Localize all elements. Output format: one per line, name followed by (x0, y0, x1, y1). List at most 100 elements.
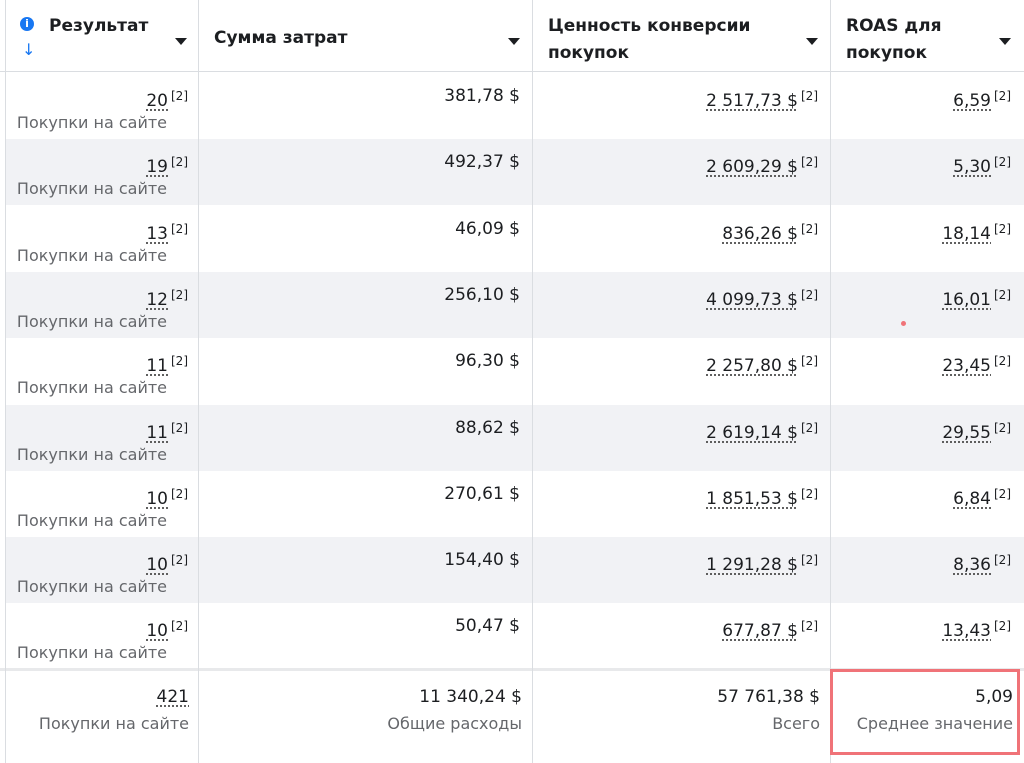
cell-conversion-value-value[interactable]: 2 517,73 $ (706, 91, 798, 111)
footnote-marker: [2] (994, 89, 1011, 103)
cell-spend: 154,40 $ (444, 550, 520, 570)
cell-roas: 6,84 [2] (953, 483, 1011, 510)
cell-result: 11 [2] (146, 417, 188, 444)
footnote-marker: [2] (994, 222, 1011, 236)
cell-spend: 270,61 $ (444, 484, 520, 504)
footnote-marker: [2] (994, 619, 1011, 633)
cell-result-value[interactable]: 19 (146, 157, 168, 177)
cell-conversion-value-value[interactable]: 1 851,53 $ (706, 489, 798, 509)
column-divider (198, 0, 199, 763)
cell-result-value[interactable]: 10 (146, 555, 168, 575)
cell-roas-value[interactable]: 6,84 (953, 489, 991, 509)
footnote-marker: [2] (994, 553, 1011, 567)
footnote-marker: [2] (171, 89, 188, 103)
footnote-marker: [2] (801, 155, 818, 169)
roas-total-highlight-box (830, 669, 1020, 755)
cell-result-label: Покупки на сайте (16, 378, 167, 397)
cell-roas-value[interactable]: 23,45 (942, 356, 991, 376)
cell-conversion-value-value[interactable]: 4 099,73 $ (706, 290, 798, 310)
cell-result-value[interactable]: 11 (146, 356, 168, 376)
column-header-roas-line2: покупок (846, 43, 928, 63)
total-result-value[interactable]: 421 (157, 687, 189, 707)
cell-conversion-value: 2 619,14 $ [2] (706, 417, 818, 444)
cell-result-label: Покупки на сайте (16, 312, 167, 331)
cell-roas-value[interactable]: 29,55 (942, 423, 991, 443)
cell-roas-value[interactable]: 13,43 (942, 621, 991, 641)
cell-result-value[interactable]: 10 (146, 621, 168, 641)
column-header-conversion-value-line2: покупок (548, 43, 630, 63)
cell-result-value[interactable]: 11 (146, 423, 168, 443)
cell-result-label: Покупки на сайте (16, 246, 167, 265)
cell-spend: 381,78 $ (444, 86, 520, 106)
cell-result-value[interactable]: 13 (146, 224, 168, 244)
caret-down-icon[interactable] (508, 38, 520, 45)
caret-down-icon[interactable] (806, 38, 818, 45)
cell-spend: 256,10 $ (444, 285, 520, 305)
caret-down-icon[interactable] (999, 38, 1011, 45)
total-conversion-value-label: Всего (772, 714, 820, 733)
footnote-marker: [2] (994, 421, 1011, 435)
cell-conversion-value-value[interactable]: 2 619,14 $ (706, 423, 798, 443)
cell-conversion-value: 2 609,29 $ [2] (706, 151, 818, 178)
column-divider (830, 0, 831, 763)
footnote-marker: [2] (994, 288, 1011, 302)
cell-result-label: Покупки на сайте (16, 445, 167, 464)
total-spend: 11 340,24 $ (419, 687, 522, 707)
footnote-marker: [2] (171, 288, 188, 302)
cell-spend: 46,09 $ (455, 219, 520, 239)
total-result-label: Покупки на сайте (38, 714, 189, 733)
cell-roas: 29,55 [2] (942, 417, 1011, 444)
cell-roas-value[interactable]: 16,01 (942, 290, 991, 310)
cell-roas-value[interactable]: 18,14 (942, 224, 991, 244)
cell-conversion-value-value[interactable]: 1 291,28 $ (706, 555, 798, 575)
footnote-marker: [2] (801, 487, 818, 501)
cell-conversion-value: 836,26 $ [2] (722, 218, 818, 245)
cell-result-value[interactable]: 20 (146, 91, 168, 111)
total-conversion-value: 57 761,38 $ (717, 687, 820, 707)
column-header-conversion-value-line1: Ценность конверсии (548, 16, 751, 36)
total-result: 421 (157, 686, 189, 708)
cell-result: 10 [2] (146, 615, 188, 642)
results-table: i Результат ↓ Сумма затрат Ценность конв… (0, 0, 1024, 763)
footnote-marker: [2] (801, 421, 818, 435)
cell-result: 19 [2] (146, 151, 188, 178)
cell-roas: 6,59 [2] (953, 85, 1011, 112)
cell-conversion-value-value[interactable]: 677,87 $ (722, 621, 798, 641)
sort-down-arrow-icon[interactable]: ↓ (22, 40, 35, 60)
cell-result-label: Покупки на сайте (16, 643, 167, 662)
cell-result-value[interactable]: 10 (146, 489, 168, 509)
cell-result-label: Покупки на сайте (16, 113, 167, 132)
cell-result: 10 [2] (146, 483, 188, 510)
cell-spend: 492,37 $ (444, 152, 520, 172)
cell-roas: 8,36 [2] (953, 549, 1011, 576)
column-header-spend-label: Сумма затрат (214, 28, 348, 48)
footnote-marker: [2] (801, 619, 818, 633)
cell-roas-value[interactable]: 6,59 (953, 91, 991, 111)
annotation-dot (901, 321, 906, 326)
column-header-roas-line1: ROAS для (846, 16, 942, 36)
cell-roas-value[interactable]: 8,36 (953, 555, 991, 575)
cell-conversion-value: 1 291,28 $ [2] (706, 549, 818, 576)
cell-conversion-value: 1 851,53 $ [2] (706, 483, 818, 510)
cell-conversion-value-value[interactable]: 2 257,80 $ (706, 356, 798, 376)
cell-conversion-value: 677,87 $ [2] (722, 615, 818, 642)
cell-roas: 13,43 [2] (942, 615, 1011, 642)
cell-spend: 88,62 $ (455, 418, 520, 438)
caret-down-icon[interactable] (175, 38, 187, 45)
cell-result-value[interactable]: 12 (146, 290, 168, 310)
cell-conversion-value: 2 517,73 $ [2] (706, 85, 818, 112)
cell-result: 20 [2] (146, 85, 188, 112)
cell-conversion-value-value[interactable]: 2 609,29 $ (706, 157, 798, 177)
footnote-marker: [2] (171, 553, 188, 567)
footnote-marker: [2] (171, 222, 188, 236)
cell-roas: 16,01 [2] (942, 284, 1011, 311)
cell-conversion-value-value[interactable]: 836,26 $ (722, 224, 798, 244)
footnote-marker: [2] (801, 222, 818, 236)
cell-conversion-value: 2 257,80 $ [2] (706, 350, 818, 377)
column-divider (532, 0, 533, 763)
cell-roas-value[interactable]: 5,30 (953, 157, 991, 177)
info-icon[interactable]: i (20, 17, 34, 31)
cell-result-label: Покупки на сайте (16, 577, 167, 596)
cell-spend: 50,47 $ (455, 616, 520, 636)
footnote-marker: [2] (801, 89, 818, 103)
